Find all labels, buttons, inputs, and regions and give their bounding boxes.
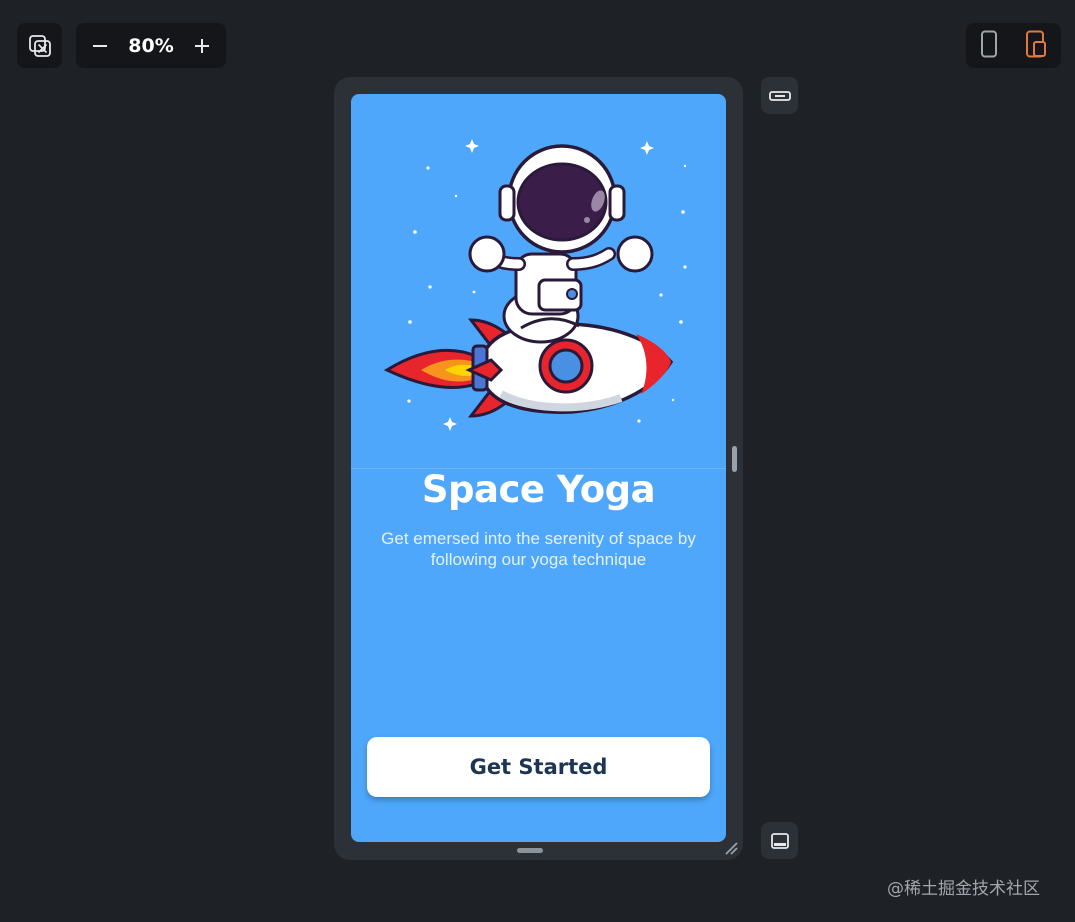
zoom-control: 80% xyxy=(76,23,226,68)
navigation-bar-toggle-button[interactable] xyxy=(761,822,798,859)
page-title: Space Yoga xyxy=(421,468,656,511)
zoom-out-button[interactable] xyxy=(88,34,112,58)
navigation-bar-icon xyxy=(770,832,789,849)
scrollbar-handle[interactable] xyxy=(732,446,737,472)
phone-mode-button[interactable] xyxy=(980,30,998,62)
zoom-level: 80% xyxy=(128,34,174,57)
zoom-in-button[interactable] xyxy=(190,34,214,58)
tablet-mode-button[interactable] xyxy=(1025,30,1047,62)
fit-screen-button[interactable] xyxy=(17,23,62,68)
app-screen: Space Yoga Get emersed into the serenity… xyxy=(351,94,726,842)
phone-icon xyxy=(980,30,997,57)
page-subtitle: Get emersed into the serenity of space b… xyxy=(381,529,696,569)
device-toggle xyxy=(966,23,1061,68)
fit-screen-icon xyxy=(28,34,51,57)
minus-icon xyxy=(93,44,107,47)
home-indicator[interactable] xyxy=(517,848,543,853)
plus-icon xyxy=(194,38,209,53)
astronaut-rocket-illustration xyxy=(383,139,687,431)
phone-tablet-icon xyxy=(1026,30,1047,57)
keyboard-icon xyxy=(768,90,791,101)
keyboard-toggle-button[interactable] xyxy=(761,77,798,114)
watermark: @稀土掘金技术社区 xyxy=(887,879,1040,899)
resize-grip-icon[interactable] xyxy=(723,840,739,856)
get-started-button[interactable]: Get Started xyxy=(367,737,710,797)
